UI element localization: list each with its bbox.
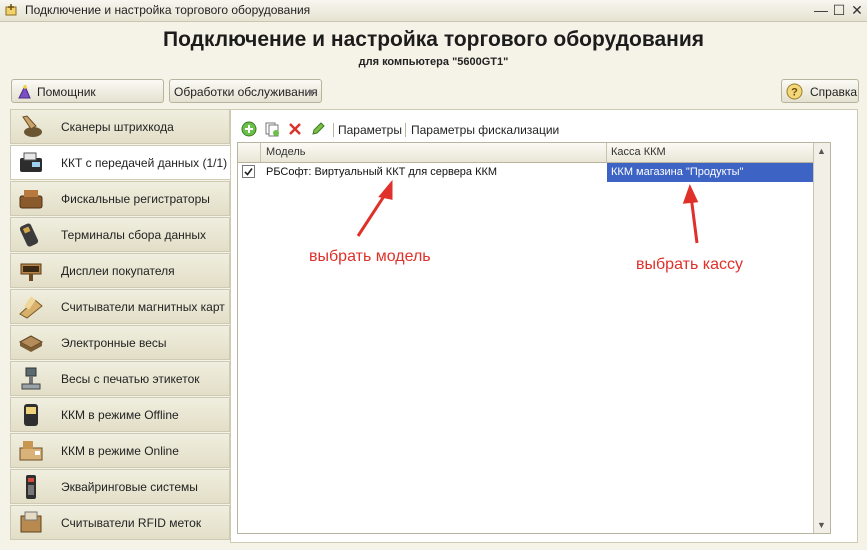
sidebar-item-kkm-online[interactable]: ККМ в режиме Online (10, 433, 230, 468)
edit-icon[interactable] (310, 121, 326, 137)
sidebar-item-acquiring-systems[interactable]: Эквайринговые системы (10, 469, 230, 504)
scales-icon (18, 335, 44, 352)
kkm-offline-icon (24, 404, 38, 426)
sidebar-item-data-terminals[interactable]: Терминалы сбора данных (10, 217, 230, 252)
app-icon (5, 4, 17, 16)
label-scales-icon (21, 367, 41, 390)
kkt-icon (20, 152, 42, 172)
acquiring-icon (26, 475, 36, 499)
add-icon[interactable] (241, 121, 257, 137)
sidebar-item-customer-displays[interactable]: Дисплеи покупателя (10, 253, 230, 288)
annotation-choose-model: выбрать модель (309, 248, 431, 265)
table-row[interactable]: РБСофт: Виртуальный ККТ для сервера ККМ … (238, 163, 830, 182)
copy-icon[interactable] (264, 121, 280, 137)
scroll-up-icon[interactable]: ▲ (817, 146, 826, 156)
minimize-icon[interactable]: — (813, 2, 829, 18)
sidebar-item-label-printing-scales[interactable]: Весы с печатью этикеток (10, 361, 230, 396)
checkmark-icon (244, 168, 253, 176)
page-title: Подключение и настройка торгового оборуд… (162, 28, 705, 51)
delete-icon[interactable] (287, 121, 303, 137)
maintenance-processing-dropdown[interactable]: Обработки обслуживания ▼ (169, 79, 322, 103)
data-terminal-icon (19, 223, 39, 247)
sidebar-item-fiscal-registers[interactable]: Фискальные регистраторы (10, 181, 230, 216)
connection-wizard-button[interactable]: Помощник подключения (11, 79, 164, 123)
fiscal-parameters-button[interactable]: Параметры фискализации (411, 123, 559, 137)
column-register[interactable]: Касса ККМ (611, 146, 666, 158)
sidebar-item-magnetic-card-readers[interactable]: Считыватели магнитных карт (10, 289, 230, 324)
page-subtitle: для компьютера "5600GT1" (358, 56, 509, 68)
model-cell[interactable]: РБСофт: Виртуальный ККТ для сервера ККМ (266, 166, 497, 178)
equipment-type-list: Сканеры штрихкода ККТ с передачей данных… (10, 109, 231, 541)
sidebar-item-kkt-data-transfer[interactable]: ККТ с передачей данных (1/1) (10, 145, 231, 180)
sidebar-item-electronic-scales[interactable]: Электронные весы (10, 325, 230, 360)
magnetic-card-reader-icon (19, 296, 43, 319)
parameters-button[interactable]: Параметры (338, 123, 402, 137)
help-button[interactable]: ? Справка (781, 79, 859, 103)
help-icon: ? (786, 83, 803, 100)
window-titlebar: Подключение и настройка торгового оборуд… (0, 0, 867, 22)
fiscal-register-icon (19, 190, 43, 209)
sidebar-item-rfid-readers[interactable]: Считыватели RFID меток (10, 505, 230, 540)
equipment-panel: Параметры Параметры фискализации Модель … (230, 109, 858, 543)
customer-display-icon (20, 263, 42, 281)
annotation-choose-register: выбрать кассу (636, 256, 743, 273)
close-icon[interactable]: ✕ (849, 2, 865, 18)
chevron-down-icon: ▼ (307, 87, 316, 97)
rfid-reader-icon (20, 511, 42, 533)
vertical-scrollbar[interactable]: ▲ ▼ (813, 143, 830, 533)
sidebar-item-barcode-scanners[interactable]: Сканеры штрихкода (10, 109, 230, 144)
equipment-table: Модель Касса ККМ РБСофт: Виртуальный ККТ… (237, 142, 831, 534)
wizard-icon (18, 84, 31, 99)
sidebar-item-kkm-offline[interactable]: ККМ в режиме Offline (10, 397, 230, 432)
row-checkbox[interactable] (242, 165, 255, 178)
kkm-online-icon (19, 441, 43, 461)
scroll-down-icon[interactable]: ▼ (817, 520, 826, 530)
barcode-scanner-icon (22, 115, 42, 137)
toolbar-separator (333, 123, 334, 137)
toolbar-separator (405, 123, 406, 137)
window-title: Подключение и настройка торгового оборуд… (25, 3, 311, 17)
maximize-icon[interactable]: ☐ (831, 2, 847, 18)
column-model[interactable]: Модель (266, 146, 305, 158)
svg-text:?: ? (791, 87, 798, 99)
table-header: Модель Касса ККМ (238, 143, 830, 163)
register-cell[interactable]: ККМ магазина "Продукты" (607, 163, 829, 182)
